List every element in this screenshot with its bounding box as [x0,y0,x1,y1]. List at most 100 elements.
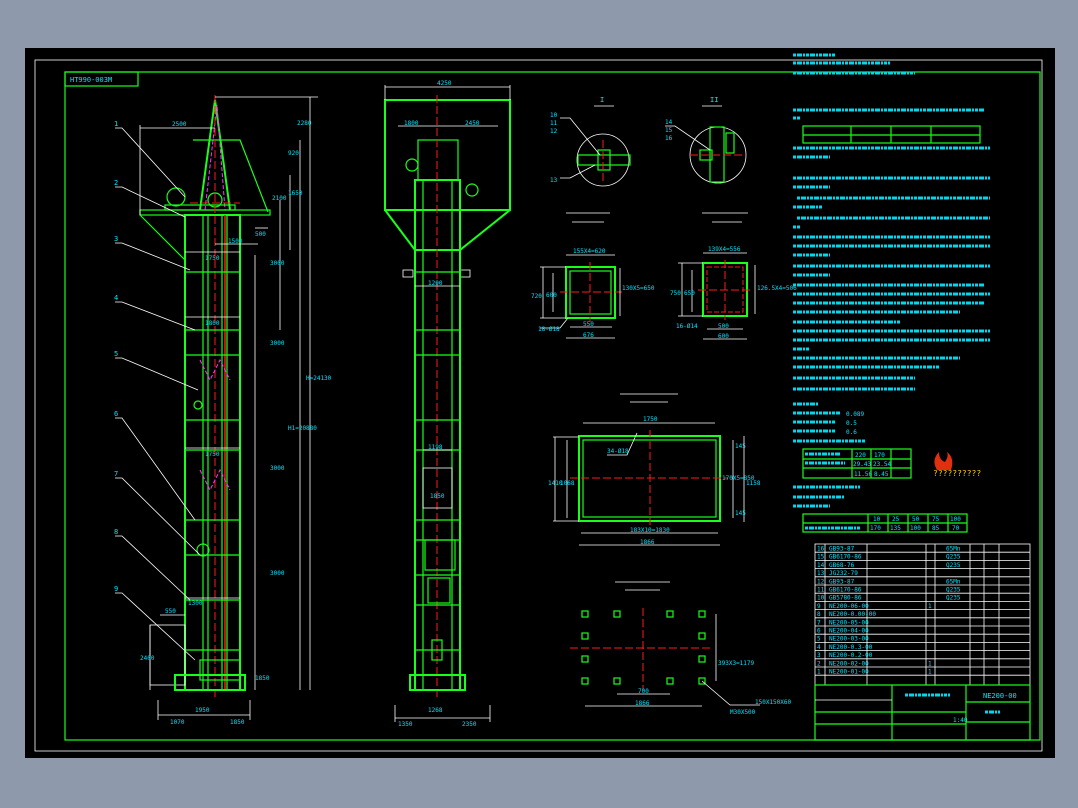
drawing-linework: 10 [873,516,881,523]
bom-no: 8 [817,611,821,618]
bom-code: NE200-01-00 [829,669,869,676]
bom-code: GB6170-86 [829,554,862,561]
drawing-linework: 1200 [428,280,443,287]
drawing-linework: 1300 [188,600,203,607]
bom-no: 7 [817,619,821,626]
bom-code: NE200-06-00 [829,603,869,610]
drawing-linework: 16 [665,135,673,142]
bom-code: NE200-05-00 [829,619,869,626]
drawing-linework: 1198 [428,444,443,451]
drawing-linework: 75 [932,516,940,523]
drawing-linework: M30X500 [730,709,756,716]
drawing-linework: 220 [855,452,866,459]
drawing-linework: 3000 [270,465,285,472]
drawing-linework: 0.5 [846,420,857,427]
drawing-linework: 183X10=1830 [630,527,670,534]
bom-code: NE200-02-00 [829,660,869,667]
drawing-linework: 2100 [272,195,287,202]
bom-qty: 1 [928,603,932,610]
drawing-linework: 1850 [230,719,245,726]
bom-code: NE200-0.2-00 [829,652,873,659]
drawing-linework: 18-Ø18 [538,326,560,333]
drawing-linework: 600 [718,333,729,340]
bom-code: GB5780-86 [829,595,862,602]
bom-no: 12 [817,578,825,585]
drawing-linework: 1158 [746,480,761,487]
drawing-linework: 6 [114,410,118,418]
drawing-linework: 3 [114,235,118,243]
bom-no: 5 [817,636,821,643]
drawing-linework: 16-Ø14 [676,323,698,330]
drawing-linework: 139X4=556 [708,246,741,253]
drawing-linework: 100 [910,525,921,532]
bom-mat: Q235 [946,554,961,561]
drawing-linework: 4250 [437,80,452,87]
drawing-linework: 1750 [205,255,220,262]
bom-no: 15 [817,554,825,561]
drawing-linework: 2400 [140,655,155,662]
drawing-linework: 550 [165,608,176,615]
drawing-linework: 100 [950,516,961,523]
drawing-linework: 155X4=620 [573,248,606,255]
bom-code: NE200-04-00 [829,628,869,635]
drawing-linework: 126.5X4=506 [757,285,797,292]
drawing-linework: 2280 [297,120,312,127]
drawing-linework: 1068 [560,480,575,487]
drawing-linework: 1800 [205,320,220,327]
drawing-linework: 150X150X60 [755,699,792,706]
drawing-linework: 500 [255,231,266,238]
drawing-linework: 720 [531,293,542,300]
drawing-linework: 2350 [462,721,477,728]
drawing-linework: 1070 [170,719,185,726]
bom-no: 11 [817,587,825,594]
bom-mat: Q235 [946,587,961,594]
bom-code: GB68-76 [829,562,855,569]
bom-no: 6 [817,628,821,635]
bom-qty: 1 [928,660,932,667]
drawing-linework: 145 [735,510,746,517]
drawing-linework: 4 [114,294,118,302]
bom-code: GB93-87 [829,546,855,553]
drawing-number: NE200-00 [983,692,1017,700]
drawing-linework: 3000 [270,340,285,347]
drawing-linework: 50 [912,516,920,523]
bom-code: JG232-79 [829,570,858,577]
drawing-linework: 3000 [270,570,285,577]
bom-mat: Q235 [946,595,961,602]
drawing-linework: 1350 [398,721,413,728]
bom-no: 13 [817,570,825,577]
drawing-linework: 29.43 [853,461,871,468]
drawing-linework: 10 [550,112,558,119]
drawing-linework: 34-Ø18 [607,448,629,455]
drawing-linework: 1800 [404,120,419,127]
drawing-linework: 1 [114,120,118,128]
drawing-linework: H1=20880 [288,425,317,432]
drawing-linework: 130X5=650 [622,285,655,292]
bom-code: GB93-87 [829,578,855,585]
drawing-linework: 14 [665,119,673,126]
drawing-linework: 70 [952,525,960,532]
drawing-linework: 5 [114,350,118,358]
drawing-linework: 8.45 [874,471,889,478]
bom-code: NE200-0.00-00 [829,611,876,618]
drawing-linework: 7 [114,470,118,478]
drawing-linework: ?????????? [933,469,981,478]
cad-drawing-canvas[interactable]: HT990-003M 1 2 3 4 5 6 7 8 9 2500 2280 9… [0,0,1078,808]
bom-no: 4 [817,644,821,651]
drawing-linework: 170 [874,452,885,459]
drawing-linework: 0.6 [846,429,857,436]
bom-code: GB6170-86 [829,587,862,594]
bom-no: 9 [817,603,821,610]
scale: 1:40 [953,717,968,724]
drawing-linework: 1866 [635,700,650,707]
drawing-linework: 600 [546,292,557,299]
drawing-linework: 15 [665,127,673,134]
drawing-linework: 135 [890,525,901,532]
drawing-linework: 2500 [172,121,187,128]
drawing-linework: 2 [114,179,118,187]
drawing-linework: I [600,96,604,104]
drawing-paper [25,48,1055,758]
drawing-linework: 170 [870,525,881,532]
drawing-linework: 11.56 [854,471,872,478]
drawing-linework: 11 [550,120,558,127]
